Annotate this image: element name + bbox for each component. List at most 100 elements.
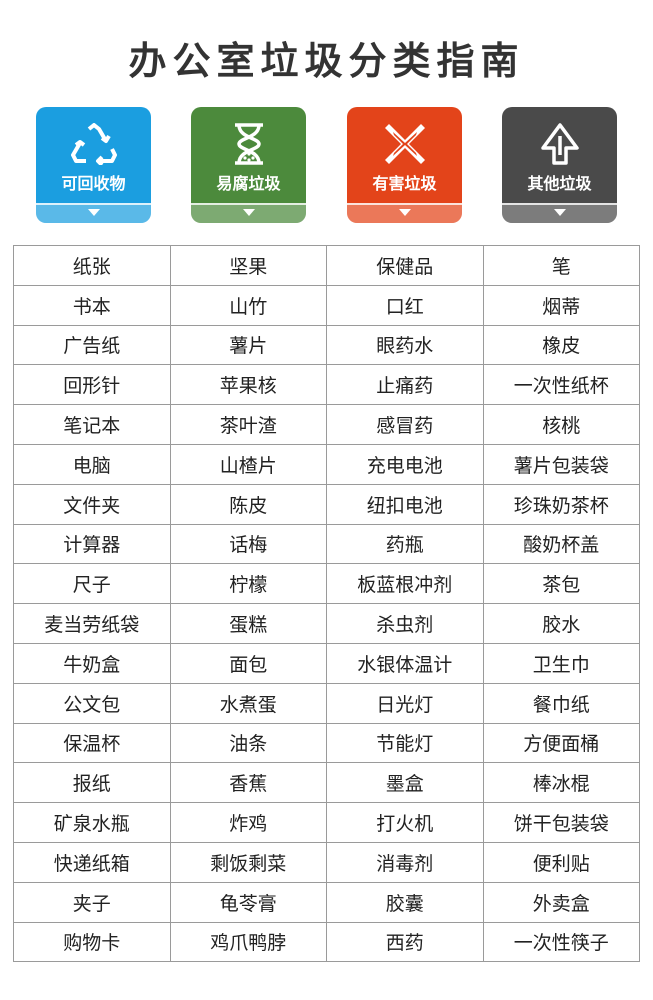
table-row: 麦当劳纸袋 蛋糕 杀虫剂 胶水 <box>13 603 640 644</box>
table-cell: 墨盒 <box>326 762 484 804</box>
table-row: 牛奶盒 面包 水银体温计 卫生巾 <box>13 642 640 684</box>
category-label: 可回收物 <box>61 174 126 193</box>
waste-items-body: 纸张 坚果 保健品笔书本 山竹 口红 烟蒂 广告纸 薯片 眼药水 橡皮 回形针 苹果核 止痛药 一次性纸杯… <box>13 245 640 963</box>
chevron-down-icon <box>553 209 566 216</box>
table-cell: 坚果 <box>169 245 327 286</box>
table-cell: 薯片包装袋 <box>482 443 640 485</box>
table-cell: 西药 <box>326 921 484 963</box>
table-cell: 烟蒂 <box>482 284 640 326</box>
recyclable-category: 可回收物 <box>36 107 151 223</box>
table-cell: 杀虫剂 <box>326 603 484 644</box>
table-cell: 快递纸箱 <box>13 841 171 883</box>
table-row: 保温杯 油条 节能灯 方便面桶 <box>13 722 640 764</box>
table-cell: 保温杯 <box>13 722 171 764</box>
table-row: 笔记本 茶叶渣 感冒药 核桃 <box>13 404 640 445</box>
table-row: 计算器 话梅 药瓶 酸奶杯盖 <box>13 523 640 565</box>
table-cell: 面包 <box>169 642 327 684</box>
table-cell: 一次性纸杯 <box>482 364 640 406</box>
table-cell: 鸡爪鸭脖 <box>169 921 327 963</box>
table-cell: 饼干包装袋 <box>482 802 640 843</box>
table-cell: 日光灯 <box>326 682 484 724</box>
table-row: 快递纸箱 剩饭剩菜 消毒剂 便利贴 <box>13 841 640 883</box>
table-row: 纸张 坚果 保健品笔 <box>13 245 640 286</box>
table-cell: 电脑 <box>13 443 171 485</box>
table-cell: 纽扣电池 <box>326 483 484 525</box>
table-cell: 文件夹 <box>13 483 171 525</box>
category-header: 可回收物 易腐垃圾 有害垃圾 其他垃圾 <box>0 107 653 225</box>
table-cell: 方便面桶 <box>482 722 640 764</box>
table-cell: 山竹 <box>169 284 327 326</box>
table-cell: 山楂片 <box>169 443 327 485</box>
table-cell: 购物卡 <box>13 921 171 963</box>
hazard-cross-icon <box>347 121 462 167</box>
table-row: 夹子 龟苓膏 胶囊 外卖盒 <box>13 881 640 923</box>
table-row: 广告纸 薯片 眼药水 橡皮 <box>13 324 640 366</box>
table-cell: 话梅 <box>169 523 327 565</box>
table-cell: 便利贴 <box>482 841 640 883</box>
table-cell: 口红 <box>326 284 484 326</box>
table-cell: 香蕉 <box>169 762 327 804</box>
table-cell: 油条 <box>169 722 327 764</box>
table-cell: 卫生巾 <box>482 642 640 684</box>
table-cell: 计算器 <box>13 523 171 565</box>
table-cell: 回形针 <box>13 364 171 406</box>
other-waste-category: 其他垃圾 <box>502 107 617 223</box>
table-cell: 外卖盒 <box>482 881 640 923</box>
table-cell: 珍珠奶茶杯 <box>482 483 640 525</box>
table-row: 文件夹 陈皮 纽扣电池 珍珠奶茶杯 <box>13 483 640 525</box>
table-cell: 苹果核 <box>169 364 327 406</box>
table-cell: 蛋糕 <box>169 603 327 644</box>
category-label: 有害垃圾 <box>372 174 437 193</box>
table-cell: 眼药水 <box>326 324 484 366</box>
table-cell: 笔记本 <box>13 404 171 445</box>
chevron-down-icon <box>87 209 100 216</box>
table-cell: 薯片 <box>169 324 327 366</box>
table-row: 购物卡 鸡爪鸭脖 西药 一次性筷子 <box>13 921 640 963</box>
page-title: 办公室垃圾分类指南 <box>128 39 525 83</box>
table-cell: 节能灯 <box>326 722 484 764</box>
table-cell: 板蓝根冲剂 <box>326 563 484 605</box>
table-row: 书本 山竹 口红 烟蒂 <box>13 284 640 326</box>
table-cell: 笔 <box>482 245 640 286</box>
table-cell: 牛奶盒 <box>13 642 171 684</box>
table-row: 报纸 香蕉 墨盒 棒冰棍 <box>13 762 640 804</box>
table-row: 矿泉水瓶 炸鸡 打火机 饼干包装袋 <box>13 802 640 843</box>
table-cell: 胶水 <box>482 603 640 644</box>
table-cell: 广告纸 <box>13 324 171 366</box>
table-cell: 餐巾纸 <box>482 682 640 724</box>
table-row: 电脑 山楂片 充电电池 薯片包装袋 <box>13 443 640 485</box>
table-cell: 柠檬 <box>169 563 327 605</box>
waste-items-table: 纸张 坚果 保健品笔书本 山竹 口红 烟蒂 广告纸 薯片 眼药水 橡皮 回形针 苹果核 止痛药 一次性纸杯… <box>13 245 640 963</box>
table-cell: 核桃 <box>482 404 640 445</box>
table-cell: 纸张 <box>13 245 171 286</box>
table-cell: 消毒剂 <box>326 841 484 883</box>
table-cell: 药瓶 <box>326 523 484 565</box>
table-row: 公文包 水煮蛋 日光灯 餐巾纸 <box>13 682 640 724</box>
other-waste-icon <box>502 121 617 167</box>
table-cell: 酸奶杯盖 <box>482 523 640 565</box>
hourglass-icon <box>191 121 306 167</box>
chevron-down-icon <box>398 209 411 216</box>
table-cell: 茶叶渣 <box>169 404 327 445</box>
table-cell: 公文包 <box>13 682 171 724</box>
table-cell: 橡皮 <box>482 324 640 366</box>
category-footer <box>347 205 462 223</box>
table-cell: 陈皮 <box>169 483 327 525</box>
table-cell: 矿泉水瓶 <box>13 802 171 843</box>
table-cell: 打火机 <box>326 802 484 843</box>
table-row: 尺子 柠檬 板蓝根冲剂 茶包 <box>13 563 640 605</box>
table-cell: 报纸 <box>13 762 171 804</box>
table-cell: 龟苓膏 <box>169 881 327 923</box>
table-cell: 水煮蛋 <box>169 682 327 724</box>
category-footer <box>502 205 617 223</box>
table-cell: 胶囊 <box>326 881 484 923</box>
table-cell: 夹子 <box>13 881 171 923</box>
table-cell: 感冒药 <box>326 404 484 445</box>
table-cell: 炸鸡 <box>169 802 327 843</box>
chevron-down-icon <box>242 209 255 216</box>
table-cell: 尺子 <box>13 563 171 605</box>
table-cell: 茶包 <box>482 563 640 605</box>
category-label: 易腐垃圾 <box>216 174 281 193</box>
table-cell: 保健品 <box>326 245 484 286</box>
category-label: 其他垃圾 <box>527 174 592 193</box>
